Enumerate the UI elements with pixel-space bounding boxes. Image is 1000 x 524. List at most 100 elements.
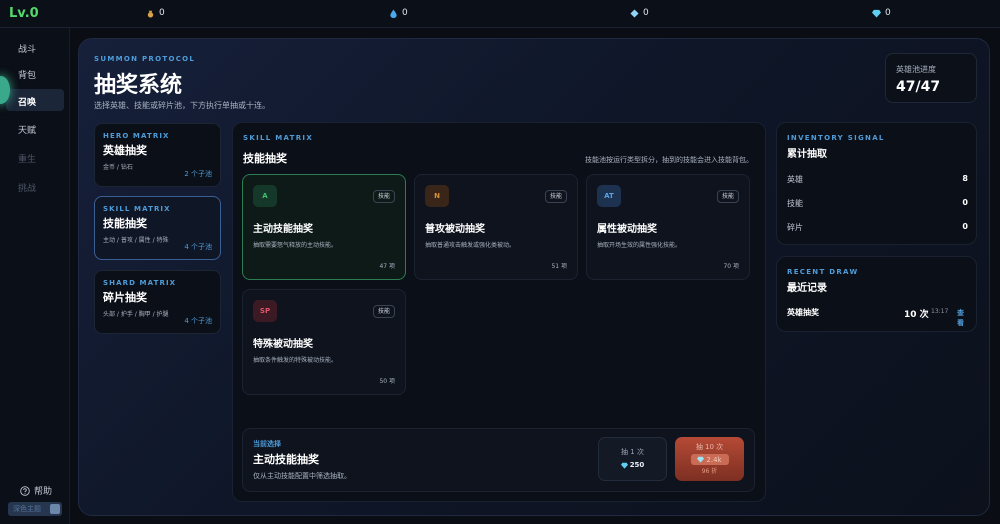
resource-drop-value: 0 xyxy=(402,8,408,18)
selection-eyebrow: 当前选择 xyxy=(253,440,281,448)
bag-icon xyxy=(147,10,154,18)
inventory-row-value: 0 xyxy=(962,198,968,207)
pool-tag: 技能 xyxy=(544,190,567,203)
matrix-count: 4 个子池 xyxy=(184,317,212,325)
sidebar-item-rebirth[interactable]: 重生 xyxy=(6,146,64,168)
crystal-icon xyxy=(630,8,639,18)
sidebar: 战斗 背包 召唤 天赋 重生 挑战 帮助 深色主题 xyxy=(0,28,70,524)
level-indicator: Lv.0 xyxy=(9,6,39,21)
skill-pool-card-normal-attack[interactable]: N 技能 普攻被动抽奖 抽取普通攻击触发或强化类被动。 51 项 xyxy=(414,174,578,280)
draw-once-button[interactable]: 抽 1 次 250 xyxy=(598,437,667,481)
sidebar-item-talent[interactable]: 天赋 xyxy=(6,117,64,139)
resource-drop: 0 xyxy=(389,8,408,18)
inventory-eyebrow: INVENTORY SIGNAL xyxy=(787,134,885,142)
pool-tag: 技能 xyxy=(372,190,395,203)
pool-count: 70 项 xyxy=(723,263,739,270)
pool-desc: 抽取开场生效的属性强化技能。 xyxy=(597,242,682,249)
recent-record-view-link[interactable]: 查看 xyxy=(957,308,968,328)
recent-eyebrow: RECENT DRAW xyxy=(787,268,859,276)
matrix-card-hero[interactable]: HERO MATRIX 英雄抽奖 金币 / 钻石 2 个子池 xyxy=(94,123,221,187)
skill-panel-eyebrow: SKILL MATRIX xyxy=(243,134,314,142)
top-bar: Lv.0 0 0 0 0 xyxy=(0,0,1000,28)
matrix-card-shard[interactable]: SHARD MATRIX 碎片抽奖 头部 / 护手 / 胸甲 / 护腿 4 个子… xyxy=(94,270,221,334)
pool-desc: 抽取需要怒气释放的主动技能。 xyxy=(253,242,338,249)
matrix-card-skill[interactable]: SKILL MATRIX 技能抽奖 主动 / 普攻 / 属性 / 特殊 4 个子… xyxy=(94,196,221,260)
recent-title: 最近记录 xyxy=(787,283,827,294)
inventory-title: 累计抽取 xyxy=(787,149,827,160)
pool-count: 47 项 xyxy=(379,263,395,270)
draw-ten-cost: 2.4k xyxy=(690,454,729,465)
draw-ten-button[interactable]: 抽 10 次 2.4k 96 折 xyxy=(675,437,744,481)
pool-progress: 英雄池进度 47/47 xyxy=(885,53,977,103)
pool-icon-badge: AT xyxy=(597,185,621,207)
inventory-row-skill: 技能 0 xyxy=(787,198,968,209)
matrix-desc: 头部 / 护手 / 胸甲 / 护腿 xyxy=(103,311,169,318)
matrix-eyebrow: HERO MATRIX xyxy=(103,132,170,140)
matrix-count: 4 个子池 xyxy=(184,243,212,251)
skill-panel-note: 技能池按运行类型拆分，抽到的技能会进入技能背包。 xyxy=(585,156,753,164)
pool-tag: 技能 xyxy=(372,305,395,318)
drop-icon xyxy=(390,8,397,18)
sidebar-item-challenge[interactable]: 挑战 xyxy=(6,175,64,197)
inventory-row-label: 英雄 xyxy=(787,175,803,184)
pool-count: 50 项 xyxy=(379,378,395,385)
pool-desc: 抽取普通攻击触发或强化类被动。 xyxy=(425,242,516,249)
resource-diamond: 0 xyxy=(872,8,891,18)
theme-toggle[interactable]: 深色主题 xyxy=(8,502,62,516)
page-title: 抽奖系统 xyxy=(94,73,183,98)
resource-bag: 0 xyxy=(146,8,165,18)
diamond-icon xyxy=(620,462,628,469)
pool-tag: 技能 xyxy=(716,190,739,203)
pool-progress-value: 47/47 xyxy=(896,79,941,95)
recent-draw-panel: RECENT DRAW 最近记录 英雄抽奖 10 次 13:17 查看 xyxy=(776,256,977,332)
help-label: 帮助 xyxy=(34,487,53,497)
recent-record-count: 10 次 xyxy=(904,310,929,320)
recent-record-time: 13:17 xyxy=(931,308,949,315)
page-subtitle: 选择英雄、技能或碎片池，下方执行单抽或十连。 xyxy=(94,101,270,110)
resource-bag-value: 0 xyxy=(159,8,165,18)
pool-desc: 抽取条件触发的特殊被动技能。 xyxy=(253,357,338,364)
help-icon xyxy=(20,485,30,496)
pool-progress-label: 英雄池进度 xyxy=(896,65,936,74)
matrix-eyebrow: SKILL MATRIX xyxy=(103,205,171,213)
skill-panel-title: 技能抽奖 xyxy=(243,152,287,165)
recent-record-row: 英雄抽奖 10 次 13:17 查看 xyxy=(787,307,968,327)
sidebar-item-backpack[interactable]: 背包 xyxy=(6,62,64,84)
selection-name: 主动技能抽奖 xyxy=(253,453,319,466)
pool-icon-badge: N xyxy=(425,185,449,207)
pool-icon-badge: SP xyxy=(253,300,277,322)
selection-desc: 仅从主动技能配置中筛选抽取。 xyxy=(253,472,351,480)
inventory-row-value: 0 xyxy=(962,222,968,231)
resource-diamond-value: 0 xyxy=(885,8,891,18)
skill-pool-card-special[interactable]: SP 技能 特殊被动抽奖 抽取条件触发的特殊被动技能。 50 项 xyxy=(242,289,406,395)
page-eyebrow: SUMMON PROTOCOL xyxy=(94,55,196,63)
skill-pool-card-active[interactable]: A 技能 主动技能抽奖 抽取需要怒气释放的主动技能。 47 项 xyxy=(242,174,406,280)
pool-name: 主动技能抽奖 xyxy=(253,224,313,235)
skill-pool-card-attribute[interactable]: AT 技能 属性被动抽奖 抽取开场生效的属性强化技能。 70 项 xyxy=(586,174,750,280)
matrix-title: 英雄抽奖 xyxy=(103,144,147,157)
theme-toggle-label: 深色主题 xyxy=(13,505,41,513)
pool-count: 51 项 xyxy=(551,263,567,270)
matrix-title: 技能抽奖 xyxy=(103,217,147,230)
theme-toggle-knob xyxy=(50,504,60,514)
draw-once-label: 抽 1 次 xyxy=(621,448,644,456)
inventory-row-shard: 碎片 0 xyxy=(787,222,968,233)
sidebar-item-summon[interactable]: 召唤 xyxy=(6,89,64,111)
inventory-row-hero: 英雄 8 xyxy=(787,174,968,185)
inventory-row-value: 8 xyxy=(962,174,968,183)
draw-ten-discount: 96 折 xyxy=(701,468,718,475)
matrix-eyebrow: SHARD MATRIX xyxy=(103,279,177,287)
diamond-icon xyxy=(697,456,705,463)
matrix-count: 2 个子池 xyxy=(184,170,212,178)
draw-ten-label: 抽 10 次 xyxy=(695,443,724,451)
matrix-desc: 主动 / 普攻 / 属性 / 特殊 xyxy=(103,237,169,244)
diamond-icon xyxy=(872,9,881,18)
resource-crystal: 0 xyxy=(630,8,649,18)
help-button[interactable]: 帮助 xyxy=(20,484,52,497)
sidebar-item-battle[interactable]: 战斗 xyxy=(6,36,64,58)
main-panel: SUMMON PROTOCOL 抽奖系统 选择英雄、技能或碎片池，下方执行单抽或… xyxy=(78,38,990,516)
skill-panel: SKILL MATRIX 技能抽奖 技能池按运行类型拆分，抽到的技能会进入技能背… xyxy=(232,122,766,502)
current-selection: 当前选择 主动技能抽奖 仅从主动技能配置中筛选抽取。 抽 1 次 250 抽 1… xyxy=(242,428,755,492)
inventory-row-label: 碎片 xyxy=(787,223,803,232)
matrix-desc: 金币 / 钻石 xyxy=(103,164,133,171)
